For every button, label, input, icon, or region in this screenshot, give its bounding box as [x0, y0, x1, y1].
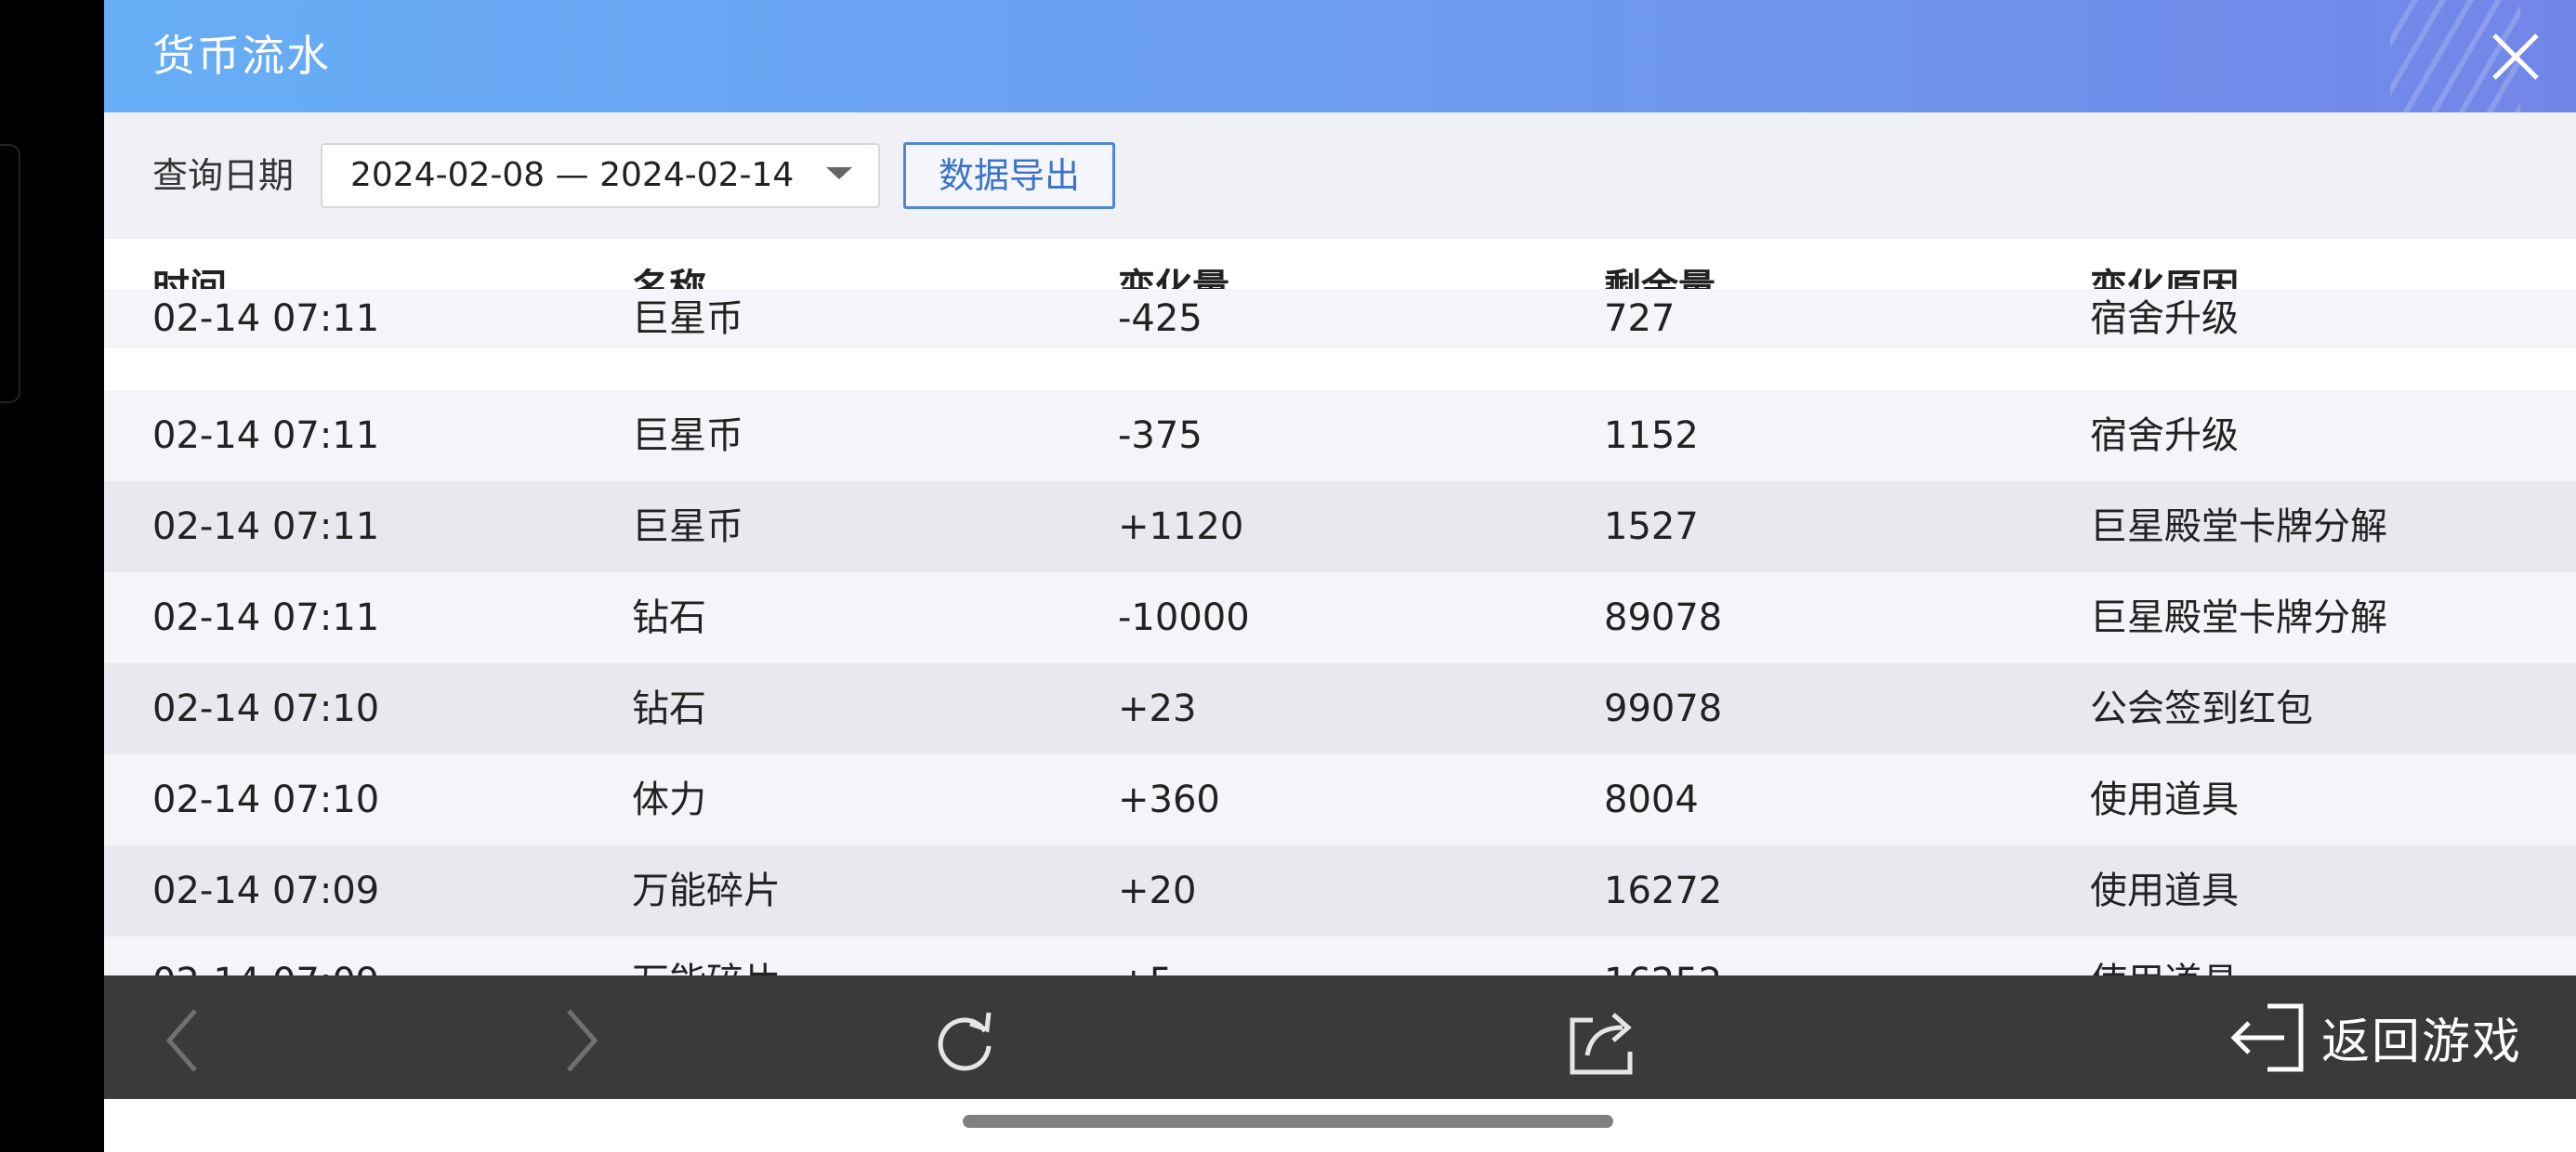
forward-arrow-icon — [567, 1009, 598, 1072]
cell-name: 体力 — [632, 779, 706, 821]
table-row: 02-14 07:09 万能碎片 +20 16272 使用道具 — [104, 845, 2576, 936]
cell-name: 万能碎片 — [632, 870, 781, 912]
cell-change: +360 — [1118, 779, 1220, 821]
cell-remaining: 8004 — [1604, 779, 1699, 821]
cell-name: 钻石 — [632, 687, 706, 730]
back-button[interactable] — [149, 1003, 223, 1078]
date-range-value: 2024-02-08 — 2024-02-14 — [350, 156, 795, 194]
cell-reason: 公会签到红包 — [2090, 687, 2313, 730]
table-row: 02-14 07:11 巨星币 -375 1152 宿舍升级 — [104, 390, 2576, 481]
cell-remaining: 16272 — [1604, 870, 1723, 912]
return-to-game-button[interactable]: 返回游戏 — [2228, 975, 2522, 1099]
cell-change: +23 — [1118, 687, 1197, 730]
cell-name: 巨星币 — [632, 505, 743, 548]
chevron-down-icon — [826, 167, 852, 179]
date-range-select[interactable]: 2024-02-08 — 2024-02-14 — [321, 143, 880, 208]
cell-reason: 使用道具 — [2090, 936, 2239, 975]
dialog-titlebar: 货币流水 — [104, 0, 2576, 112]
cell-reason: 巨星殿堂卡牌分解 — [2090, 505, 2387, 548]
cell-remaining: 16252 — [1604, 936, 1722, 975]
refresh-icon — [938, 1012, 992, 1071]
share-icon — [1570, 1013, 1633, 1075]
cell-remaining: 1152 — [1604, 414, 1699, 457]
cell-change: +1120 — [1118, 505, 1244, 548]
filter-bar: 查询日期 2024-02-08 — 2024-02-14 数据导出 — [104, 112, 2576, 239]
cell-reason: 使用道具 — [2090, 870, 2239, 912]
bottom-toolbar: 返回游戏 — [104, 975, 2576, 1099]
close-icon — [2492, 33, 2539, 80]
cell-name: 钻石 — [632, 596, 706, 639]
device-side-notch — [0, 144, 20, 403]
dialog-title: 货币流水 — [152, 31, 331, 81]
share-button[interactable] — [1565, 1003, 1639, 1078]
table-row: 02-14 07:11 巨星币 -425 727 宿舍升级 — [104, 289, 2576, 348]
cell-time: 02-14 07:11 — [152, 505, 380, 548]
refresh-button[interactable] — [927, 1003, 1002, 1078]
export-data-button[interactable]: 数据导出 — [903, 142, 1115, 209]
cell-remaining: 1527 — [1604, 505, 1699, 548]
cell-change: +20 — [1118, 870, 1197, 912]
cell-time: 02-14 07:11 — [152, 596, 380, 639]
table-row: 02-14 07:11 钻石 -10000 89078 巨星殿堂卡牌分解 — [104, 572, 2576, 663]
currency-table[interactable]: 时间 名称 变化量 剩余量 变化原因 02-14 07:11 巨星币 -425 … — [104, 239, 2576, 975]
cell-time: 02-14 07:09 — [152, 936, 379, 975]
forward-button[interactable] — [541, 1003, 615, 1078]
cell-change: -375 — [1118, 414, 1203, 457]
close-button[interactable] — [2483, 24, 2548, 89]
cell-reason: 宿舍升级 — [2090, 414, 2239, 457]
table-row: 02-14 07:10 体力 +360 8004 使用道具 — [104, 754, 2576, 845]
cell-remaining: 727 — [1604, 297, 1676, 340]
cell-time: 02-14 07:10 — [152, 779, 380, 821]
cell-reason: 巨星殿堂卡牌分解 — [2090, 596, 2387, 639]
back-arrow-icon — [165, 1009, 197, 1072]
cell-name: 巨星币 — [632, 297, 743, 340]
cell-time: 02-14 07:09 — [152, 870, 380, 912]
cell-time: 02-14 07:10 — [152, 687, 380, 730]
table-row: 02-14 07:11 巨星币 +1120 1527 巨星殿堂卡牌分解 — [104, 481, 2576, 572]
exit-icon — [2228, 1001, 2307, 1075]
table-row: 02-14 07:10 钻石 +23 99078 公会签到红包 — [104, 663, 2576, 754]
cell-name: 巨星币 — [632, 414, 743, 457]
cell-time: 02-14 07:11 — [152, 297, 380, 340]
cell-time: 02-14 07:11 — [152, 414, 380, 457]
cell-change: -425 — [1118, 297, 1203, 340]
currency-flow-dialog: 货币流水 查询日期 2024-02-08 — 2024-02-14 数据导出 时… — [104, 0, 2576, 1152]
table-row: 02-14 07:09 万能碎片 +5 16252 使用道具 — [104, 936, 2576, 975]
home-indicator[interactable] — [963, 1115, 1613, 1128]
query-date-label: 查询日期 — [152, 155, 295, 196]
cell-change: +5 — [1118, 936, 1173, 975]
cell-reason: 使用道具 — [2090, 779, 2239, 821]
cell-name: 万能碎片 — [632, 936, 781, 975]
cell-reason: 宿舍升级 — [2090, 297, 2239, 340]
return-to-game-label: 返回游戏 — [2320, 1015, 2522, 1070]
cell-remaining: 99078 — [1604, 687, 1723, 730]
cell-change: -10000 — [1118, 596, 1250, 639]
cell-remaining: 89078 — [1604, 596, 1723, 639]
